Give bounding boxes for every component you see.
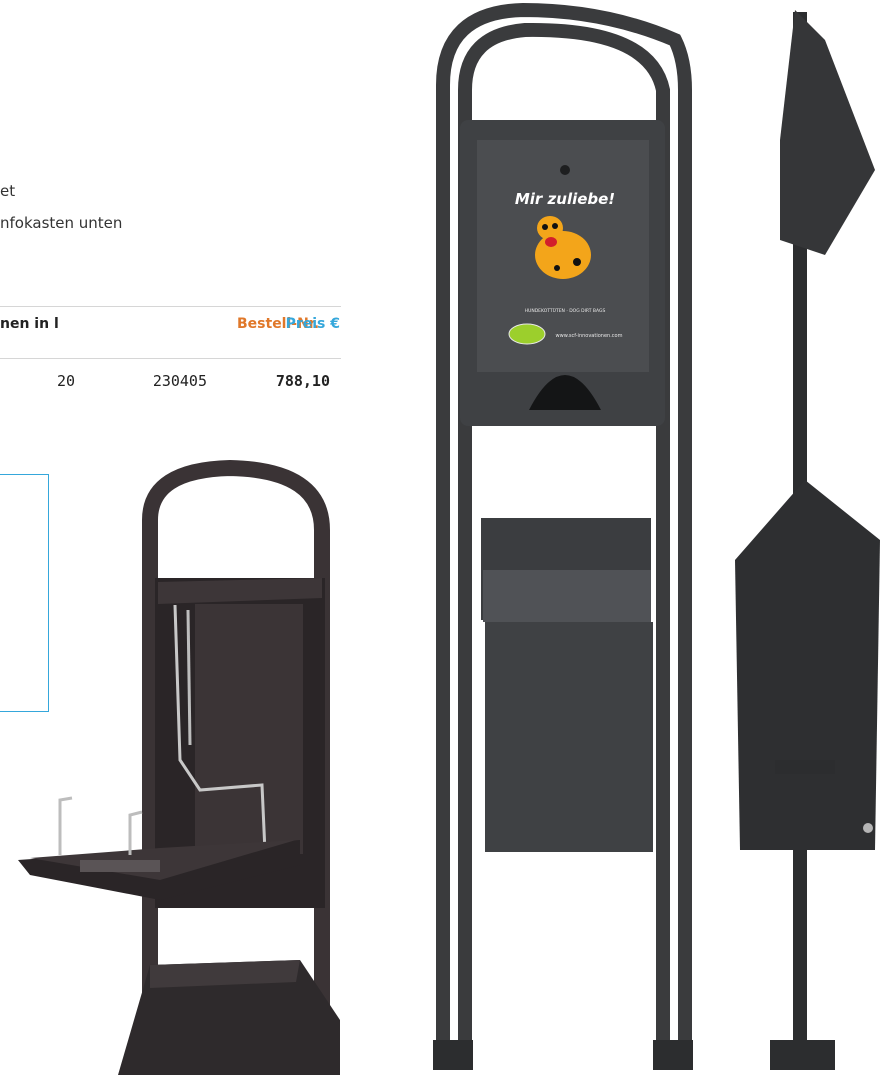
volume-header: nen in l bbox=[0, 316, 59, 332]
product-photo-front-view: Mir zuliebe! HUNDEKOTTÜTEN · DOG DIRT BA… bbox=[433, 2, 693, 1070]
bags-text: HUNDEKOTTÜTEN · DOG DIRT BAGS bbox=[525, 307, 606, 314]
product-photo-side-view bbox=[735, 10, 880, 1070]
price-cell: 788,10 bbox=[275, 372, 330, 390]
description-line-2: nfokasten unten bbox=[0, 214, 123, 232]
price-header: Preis € bbox=[285, 316, 340, 332]
order-number-cell: 230405 bbox=[152, 372, 207, 390]
product-photo-open-dispenser bbox=[18, 460, 340, 1075]
brand-logo-icon bbox=[508, 323, 546, 345]
description-line-1: et bbox=[0, 182, 16, 200]
slogan-text: Mir zuliebe! bbox=[515, 190, 615, 208]
volume-cell: 20 bbox=[56, 372, 75, 390]
table-top-rule bbox=[0, 306, 341, 307]
website-text: www.scf-innovationen.com bbox=[556, 333, 623, 339]
table-header-rule bbox=[0, 358, 341, 359]
